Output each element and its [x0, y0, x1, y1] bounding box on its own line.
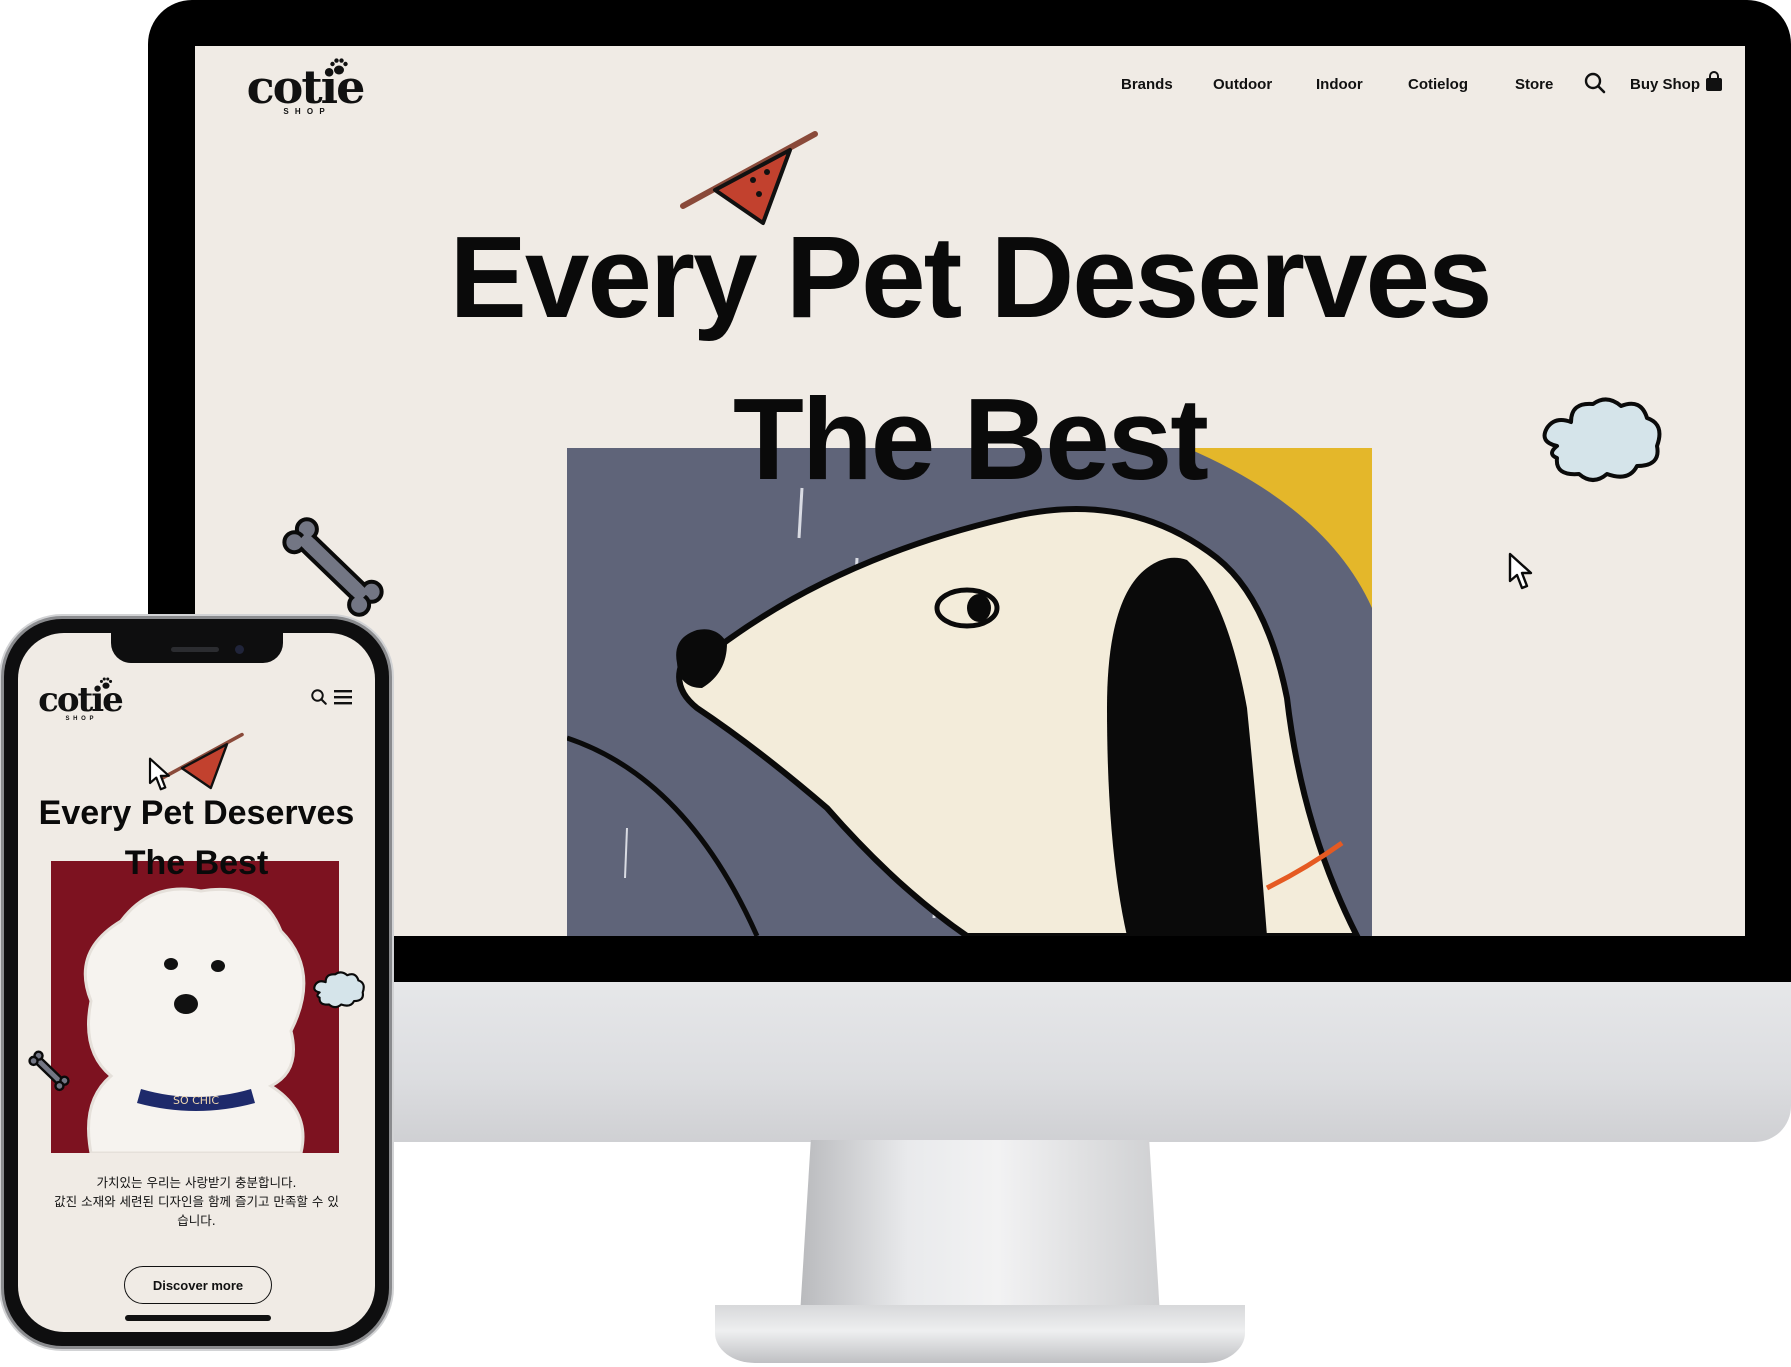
bone-icon [28, 1050, 70, 1092]
bone-icon [282, 517, 384, 617]
mobile-logo[interactable]: cotie S H O P [28, 677, 132, 722]
hero-dog-painting [567, 448, 1372, 936]
monitor-chin [148, 982, 1791, 1142]
phone-camera [235, 645, 244, 654]
phone-frame: cotie S H O P SO CHIC Every Pet Deserves… [4, 619, 389, 1346]
hero-title-line2: The Best [733, 374, 1209, 504]
mobile-screen: cotie S H O P SO CHIC Every Pet Deserves… [18, 633, 375, 1332]
desktop-logo[interactable]: cotie S H O P [235, 56, 375, 116]
cloud-icon [1542, 397, 1662, 482]
paw-icon [99, 677, 113, 689]
discover-more-label: Discover more [152, 1277, 244, 1293]
nav-cotielog[interactable]: Cotielog [1408, 76, 1468, 93]
bandana-icon [680, 131, 818, 225]
menu-icon[interactable] [334, 689, 352, 705]
description-line: 가치있는 우리는 사랑받기 충분합니다. [96, 1175, 297, 1190]
hero-poodle-painting: SO CHIC [51, 861, 339, 1153]
nav-indoor[interactable]: Indoor [1316, 76, 1363, 93]
nav-outdoor[interactable]: Outdoor [1213, 76, 1272, 93]
search-icon[interactable] [1583, 71, 1607, 95]
buy-shop-link[interactable]: Buy Shop [1630, 76, 1700, 93]
desktop-screen: cotie S H O P Brands Outdoor Indoor Coti… [195, 46, 1745, 936]
cursor-icon [1508, 552, 1533, 590]
description-line: 습니다. [177, 1213, 216, 1228]
cloud-icon [313, 971, 365, 1009]
shopping-bag-icon[interactable] [1704, 71, 1724, 93]
monitor-stand [800, 1140, 1160, 1315]
nav-store[interactable]: Store [1515, 76, 1553, 93]
discover-more-button[interactable]: Discover more [124, 1266, 272, 1304]
collar-text: SO CHIC [173, 1094, 219, 1107]
monitor-stand-base [715, 1305, 1245, 1363]
cursor-icon [148, 757, 170, 791]
phone-notch [111, 633, 283, 663]
hero-title-line2: The Best [124, 844, 269, 882]
description-text: 가치있는 우리는 사랑받기 충분합니다. 값진 소재와 세련된 디자인을 함께 … [28, 1173, 365, 1230]
logo-subtitle: S H O P [283, 107, 327, 116]
search-icon[interactable] [310, 688, 328, 706]
phone-speaker [171, 647, 219, 652]
description-line: 값진 소재와 세련된 디자인을 함께 즐기고 만족할 수 있 [54, 1194, 339, 1209]
nav-brands[interactable]: Brands [1121, 76, 1173, 93]
paw-icon [330, 58, 348, 75]
logo-subtitle: S H O P [65, 716, 95, 722]
home-indicator[interactable] [125, 1315, 271, 1321]
hero-title-line1: Every Pet Deserves [449, 212, 1492, 342]
hero-title-line1: Every Pet Deserves [38, 794, 355, 832]
